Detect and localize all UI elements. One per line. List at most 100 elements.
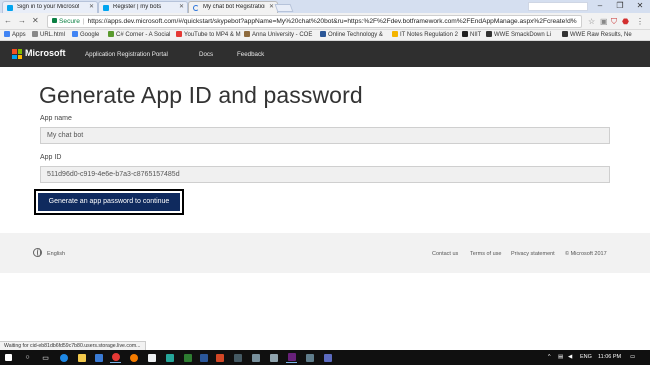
edge-icon[interactable]: [58, 352, 69, 363]
tab-label: My chat bot Registration: [203, 4, 265, 10]
toolbar: ← → ✕ Secure | https://apps.dev.microsoft.…: [0, 13, 650, 30]
close-tab-icon[interactable]: ✕: [179, 3, 184, 10]
bookmark-apps[interactable]: Apps: [4, 31, 26, 40]
site-header: Microsoft Application Registration Porta…: [0, 41, 650, 67]
app-name-field[interactable]: My chat bot: [40, 127, 610, 144]
tab-sign-in[interactable]: Sign in to your Microsoft ✕: [2, 1, 98, 13]
tab-strip: Sign in to your Microsoft ✕ Register | m…: [0, 0, 650, 13]
back-icon[interactable]: ←: [4, 16, 12, 25]
generate-password-button[interactable]: Generate an app password to continue: [34, 189, 184, 215]
app-id-field[interactable]: 511d96d0-c919-4e6e-b7a3-c8765157485d: [40, 166, 610, 183]
bookmark-niit[interactable]: NIIT: [462, 31, 481, 40]
apps-grid-icon: [4, 31, 10, 37]
csharp-corner-icon: [108, 31, 114, 37]
url-text: https://apps.dev.microsoft.com/#/quickst…: [87, 18, 577, 25]
globe-icon: [33, 248, 42, 257]
adblock-icon[interactable]: ⬣: [622, 17, 629, 26]
chrome-icon[interactable]: [110, 352, 121, 363]
page-icon: [32, 31, 38, 37]
notepad-icon[interactable]: [146, 352, 157, 363]
store-icon[interactable]: [93, 352, 104, 363]
bookmarks-bar: Apps URL.html Google C# Corner - A Socia…: [0, 30, 650, 41]
app-id-label: App ID: [40, 154, 62, 161]
nav-app-registration-portal[interactable]: Application Registration Portal: [85, 51, 168, 58]
wwe-icon: [562, 31, 568, 37]
address-bar[interactable]: Secure | https://apps.dev.microsoft.com/#/…: [47, 15, 582, 28]
secure-label: Secure: [59, 18, 80, 25]
clock[interactable]: 11:06 PM: [598, 354, 621, 360]
close-tab-icon[interactable]: ✕: [89, 3, 94, 10]
volume-icon[interactable]: ◀: [568, 354, 572, 360]
search-icon[interactable]: ○: [22, 352, 33, 363]
app-icon[interactable]: [322, 352, 333, 363]
maximize-icon[interactable]: ❐: [610, 0, 630, 13]
task-view-icon[interactable]: ▭: [40, 352, 51, 363]
word-icon[interactable]: [198, 352, 209, 363]
google-icon: [72, 31, 78, 37]
app-icon[interactable]: [268, 352, 279, 363]
browser-window: Sign in to your Microsoft ✕ Register | m…: [0, 0, 650, 365]
nav-docs[interactable]: Docs: [199, 51, 213, 58]
status-bubble: Waiting for cid-eb81db6fd59c7b80.users.s…: [0, 341, 146, 350]
powerpoint-icon[interactable]: [214, 352, 225, 363]
site-footer: English Contact us Terms of use Privacy …: [0, 233, 650, 273]
excel-icon[interactable]: [182, 352, 193, 363]
tab-my-chat-bot[interactable]: My chat bot Registration ✕: [188, 1, 278, 13]
notifications-icon[interactable]: ▭: [630, 354, 635, 360]
file-explorer-icon[interactable]: [76, 352, 87, 363]
app-icon[interactable]: [164, 352, 175, 363]
language-indicator[interactable]: ENG: [580, 354, 592, 360]
lightbulb-icon: [392, 31, 398, 37]
forward-icon[interactable]: →: [18, 16, 26, 25]
windows-start-icon[interactable]: [3, 352, 14, 363]
close-tab-icon[interactable]: ✕: [269, 3, 274, 10]
extension-icon[interactable]: ▣: [600, 17, 608, 26]
language-selector[interactable]: English: [47, 251, 65, 257]
niit-icon: [462, 31, 468, 37]
app-icon[interactable]: [304, 352, 315, 363]
bookmark-csharp-corner[interactable]: C# Corner - A Social: [108, 31, 174, 40]
stop-icon[interactable]: ✕: [32, 16, 39, 25]
page-icon: [320, 31, 326, 37]
microsoft-logo-icon[interactable]: [12, 49, 22, 59]
brand-name[interactable]: Microsoft: [25, 48, 66, 58]
wwe-icon: [486, 31, 492, 37]
new-tab-button[interactable]: [274, 4, 294, 12]
minimize-icon[interactable]: –: [590, 0, 610, 13]
bookmark-anna-university[interactable]: Anna University - COE: [244, 31, 314, 40]
university-icon: [244, 31, 250, 37]
shield-icon[interactable]: ⛉: [611, 17, 617, 26]
microsoft-favicon-icon: [7, 5, 13, 11]
contact-us-link[interactable]: Contact us: [432, 251, 458, 257]
generate-password-button-label: Generate an app password to continue: [38, 193, 180, 211]
copyright-text: © Microsoft 2017: [565, 251, 607, 257]
star-icon[interactable]: ☆: [588, 17, 595, 26]
network-icon[interactable]: ▤: [558, 354, 563, 360]
tab-register-bots[interactable]: Register | my bots ✕: [98, 1, 188, 13]
app-icon[interactable]: [250, 352, 261, 363]
bookmark-wwe-smackdown[interactable]: WWE SmackDown Li: [486, 31, 558, 40]
visual-studio-icon[interactable]: [286, 352, 297, 363]
menu-icon[interactable]: ⋮: [636, 17, 644, 26]
page-title: Generate App ID and password: [39, 82, 363, 108]
bookmark-it-notes[interactable]: IT Notes Regulation 2: [392, 31, 460, 40]
youtube-icon: [176, 31, 182, 37]
terms-of-use-link[interactable]: Terms of use: [470, 251, 501, 257]
bookmark-online-technology[interactable]: Online Technology &: [320, 31, 390, 40]
microsoft-favicon-icon: [103, 5, 109, 11]
bookmark-youtube-mp4[interactable]: YouTube to MP4 & M: [176, 31, 242, 40]
privacy-statement-link[interactable]: Privacy statement: [511, 251, 555, 257]
loading-spinner-icon: [193, 5, 199, 11]
nav-feedback[interactable]: Feedback: [237, 51, 264, 58]
close-window-icon[interactable]: ✕: [630, 0, 650, 13]
taskbar: ○ ▭ ^ ▤ ◀ ENG 11:06 PM ▭: [0, 350, 650, 365]
bookmark-google[interactable]: Google: [72, 31, 99, 40]
bookmark-wwe-raw[interactable]: WWE Raw Results, Ne: [562, 31, 648, 40]
bookmark-url-html[interactable]: URL.html: [32, 31, 65, 40]
app-icon[interactable]: [232, 352, 243, 363]
firefox-icon[interactable]: [128, 352, 139, 363]
lock-icon: [52, 18, 57, 23]
tab-label: Sign in to your Microsoft: [17, 4, 79, 10]
tray-chevron-icon[interactable]: ^: [548, 354, 551, 360]
profile-button[interactable]: [528, 2, 588, 11]
